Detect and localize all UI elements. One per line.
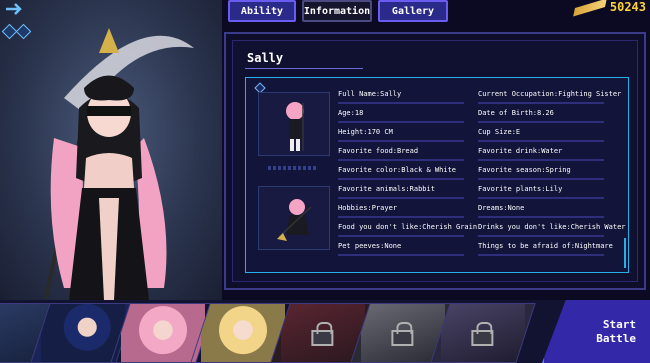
field-fears: Things to be afraid of:Nightmare [478, 242, 613, 256]
character-name: Sally [247, 51, 284, 65]
field-pet-peeves: Pet peeves:None [338, 242, 465, 256]
profile-details: Full Name:Sally Age:18 Height:170 CM Fav… [245, 77, 629, 273]
field-favorite-drink: Favorite drink:Water [478, 147, 605, 161]
field-favorite-color: Favorite color:Black & White [338, 166, 465, 180]
field-birth-date: Date of Birth:8.26 [478, 109, 604, 123]
gold-bar-icon [573, 0, 607, 17]
field-occupation: Current Occupation:Fighting Sister [478, 90, 622, 104]
character-showcase [0, 0, 222, 300]
tab-information[interactable]: Information [302, 0, 372, 22]
lock-icon [471, 330, 494, 346]
divider [268, 166, 318, 170]
start-battle-line2: Battle [596, 331, 636, 345]
info-panel-inner: Sally Full Name:Sally Age:18 Height:170 … [232, 40, 638, 282]
currency-display: 50243 [573, 0, 646, 17]
lock-icon [311, 330, 334, 346]
field-food-disliked: Food you don't like:Cherish Grain [338, 223, 478, 237]
info-panel: Sally Full Name:Sally Age:18 Height:170 … [224, 32, 646, 290]
roster-slot-locked[interactable] [430, 303, 536, 363]
field-age: Age:18 [338, 109, 466, 123]
scrollbar[interactable] [624, 238, 626, 268]
tab-ability[interactable]: Ability [228, 0, 296, 22]
lock-icon [391, 330, 414, 346]
back-arrow-icon[interactable] [4, 2, 24, 16]
field-favorite-animals: Favorite animals:Rabbit [338, 185, 464, 199]
name-underline [245, 68, 363, 69]
field-full-name: Full Name:Sally [338, 90, 465, 104]
chibi-sprite-icon [286, 102, 304, 151]
portrait-chibi-action[interactable] [258, 186, 330, 250]
start-battle-line1: Start [602, 317, 636, 331]
field-cup-size: Cup Size:E [478, 128, 605, 142]
tab-gallery[interactable]: Gallery [378, 0, 448, 22]
field-dreams: Dreams:None [478, 204, 605, 218]
field-drinks-disliked: Drinks you don't like:Cherish Water [478, 223, 626, 237]
chibi-sprite-icon [277, 199, 312, 241]
character-art-sally [44, 28, 194, 300]
portrait-chibi-front[interactable] [258, 92, 330, 156]
field-favorite-food: Favorite food:Bread [338, 147, 465, 161]
currency-value: 50243 [609, 0, 646, 14]
field-hobbies: Hobbies:Prayer [338, 204, 465, 218]
field-favorite-season: Favorite season:Spring [478, 166, 604, 180]
field-favorite-plants: Favorite plants:Lily [478, 185, 605, 199]
field-height: Height:170 CM [338, 128, 464, 142]
